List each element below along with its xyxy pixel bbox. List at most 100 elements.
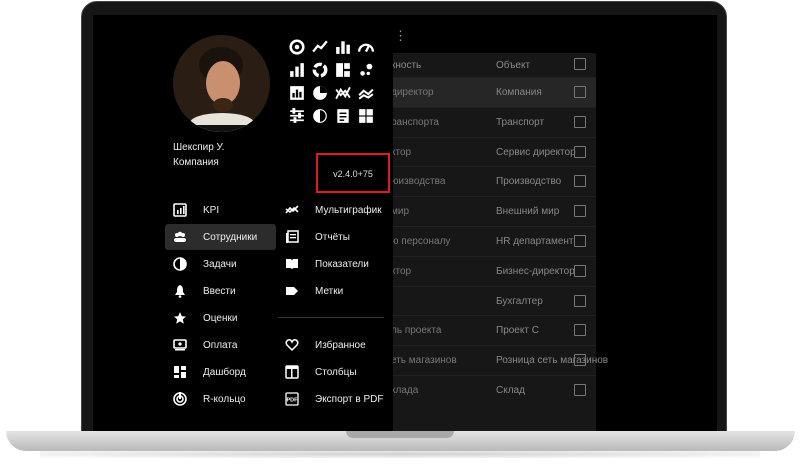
kpi-chart-icon[interactable] [289, 85, 305, 101]
menu-item-label: Сотрудники [203, 232, 258, 243]
menu-item-heart[interactable]: Избранное [277, 332, 385, 358]
row-checkbox[interactable] [574, 294, 586, 307]
more-options-icon[interactable]: ⋮ [394, 29, 407, 42]
donut-icon[interactable] [312, 62, 328, 78]
row-checkbox[interactable] [574, 205, 586, 218]
user-name: Шекспир У. [173, 142, 225, 153]
user-company: Компания [173, 157, 219, 168]
menu-item-payment[interactable]: Оплата [165, 332, 276, 358]
select-all-checkbox[interactable] [574, 58, 586, 70]
menu-item-star[interactable]: Оценки [165, 305, 276, 331]
table-row[interactable]: ктор Бизнес-директор [386, 255, 596, 286]
menu-item-label: Экспорт в PDF [315, 394, 384, 405]
row-object: Транспорт [496, 116, 545, 128]
menu-item-label: Метки [315, 286, 344, 297]
reports-icon [285, 230, 299, 244]
row-checkbox[interactable] [574, 324, 586, 337]
avatar[interactable] [173, 35, 270, 132]
menu-item-people[interactable]: Сотрудники [165, 224, 276, 250]
payment-icon [173, 338, 187, 352]
menu-item-tag[interactable]: Метки [277, 278, 385, 304]
line-chart-icon[interactable] [312, 39, 328, 55]
menu-item-reports[interactable]: Отчёты [277, 224, 385, 250]
pdf-icon: PDF [285, 392, 299, 406]
chart-icon-grid [289, 39, 374, 124]
pie-icon[interactable] [312, 85, 328, 101]
table-row[interactable]: Бухгалтер [386, 285, 596, 316]
gauge-icon[interactable] [358, 39, 374, 55]
row-object: Сервис директор [496, 146, 576, 158]
bar-chart-2-icon[interactable] [289, 62, 305, 78]
dashboard-icon [173, 365, 187, 379]
menu-item-book[interactable]: Показатели [277, 251, 385, 277]
half-circle-icon[interactable] [312, 108, 328, 124]
menu-item-kpi[interactable]: KPI [165, 197, 276, 223]
menu-item-tasks[interactable]: Задачи [165, 251, 276, 277]
menu-item-dashboard[interactable]: Дашборд [165, 359, 276, 385]
row-object: Проект С [496, 325, 539, 337]
row-checkbox[interactable] [574, 264, 586, 277]
table-row[interactable]: мир Внешний мир [386, 196, 596, 226]
row-checkbox[interactable] [574, 115, 586, 128]
row-checkbox[interactable] [574, 145, 586, 158]
table-row[interactable]: юизводства Производство [386, 166, 596, 196]
row-role: клада [391, 385, 419, 396]
table-row[interactable]: клада Склад [386, 375, 596, 405]
row-role: директор [391, 87, 434, 98]
menu-item-multichart[interactable]: Мультиграфик [277, 197, 385, 223]
row-object: Бизнес-директор [496, 265, 575, 277]
app-screen: ⋮ кность Объект директор Компания ранспорт… [93, 15, 717, 433]
laptop-notch [346, 431, 454, 438]
menu-item-label: Отчёты [315, 232, 350, 243]
row-object: Бухгалтер [496, 295, 543, 307]
heart-icon [285, 338, 299, 352]
row-object: Розница сеть магазинов [496, 355, 609, 367]
book-icon [285, 257, 299, 271]
bar-chart-icon[interactable] [335, 39, 351, 55]
menu-item-columns[interactable]: Столбцы [277, 359, 385, 385]
svg-text:PDF: PDF [287, 398, 299, 404]
row-object: Производство [496, 176, 562, 188]
table-row[interactable]: ю персоналу HR департамент [386, 226, 596, 256]
table-row[interactable]: еть магазинов Розница сеть магазинов [386, 345, 608, 375]
menu-item-bell[interactable]: Ввести [165, 278, 276, 304]
multi-line-icon[interactable] [335, 85, 351, 101]
report-icon[interactable] [335, 108, 351, 124]
table-row[interactable]: ранспорта Транспорт [386, 106, 596, 137]
menu-item-label: Дашборд [203, 367, 246, 378]
row-checkbox[interactable] [574, 384, 586, 396]
version-label: v2.4.0+75 [333, 169, 373, 179]
menu-item-label: Столбцы [315, 367, 357, 378]
row-role: юизводства [391, 176, 446, 188]
star-icon [173, 311, 187, 325]
row-object: Склад [496, 385, 525, 396]
row-role: ранспорта [391, 116, 439, 128]
row-checkbox[interactable] [574, 354, 586, 367]
menu-item-label: Мультиграфик [315, 205, 382, 216]
menu-item-ring[interactable]: R-кольцо [165, 386, 276, 412]
column-header-object: Объект [496, 60, 531, 71]
column-header-role: кность [391, 60, 422, 71]
trend-icon[interactable] [358, 85, 374, 101]
menu-item-pdf[interactable]: PDF Экспорт в PDF [277, 386, 385, 412]
menu-item-label: R-кольцо [203, 394, 246, 405]
blocks-icon[interactable] [335, 62, 351, 78]
table-row[interactable]: директор Компания [386, 77, 596, 107]
laptop-mockup: ⋮ кность Объект директор Компания ранспорт… [0, 0, 800, 464]
row-checkbox[interactable] [574, 86, 586, 98]
table-row[interactable]: ктор Сервис директор [386, 136, 596, 167]
row-role: еть магазинов [391, 355, 457, 367]
version-highlight: v2.4.0+75 [316, 153, 390, 193]
menu-item-label: Показатели [315, 259, 369, 270]
row-checkbox[interactable] [574, 235, 586, 247]
laptop-shadow [40, 450, 760, 458]
table-row[interactable]: ль проекта Проект С [386, 315, 596, 345]
bell-icon [173, 284, 187, 298]
menu-item-label: Ввести [203, 286, 236, 297]
scatter-icon[interactable] [358, 62, 374, 78]
ring-chart-icon[interactable] [289, 39, 305, 55]
tasks-icon [173, 257, 187, 271]
grid-icon[interactable] [358, 108, 374, 124]
sliders-icon[interactable] [289, 108, 305, 124]
row-checkbox[interactable] [574, 175, 586, 188]
